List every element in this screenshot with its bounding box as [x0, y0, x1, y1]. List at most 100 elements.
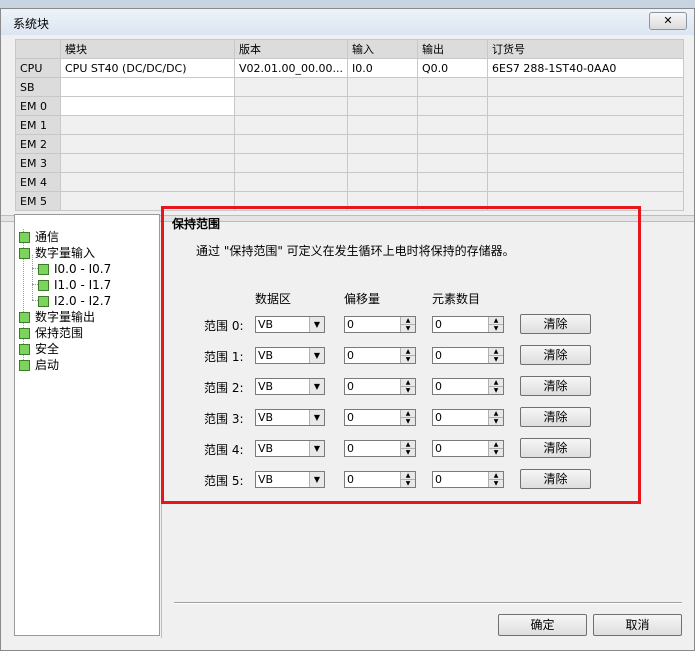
offset-stepper[interactable]: 0 ▲ ▼ — [344, 471, 416, 488]
module-cell[interactable] — [60, 172, 235, 192]
spin-down-icon[interactable]: ▼ — [488, 418, 503, 425]
tree-item-security[interactable]: 安全 — [19, 341, 59, 357]
spin-up-icon[interactable]: ▲ — [488, 379, 503, 387]
input-cell — [347, 172, 418, 192]
cancel-button[interactable]: 取消 — [593, 614, 682, 636]
data-area-select[interactable]: VB ▼ — [255, 440, 325, 457]
select-value: VB — [258, 473, 274, 486]
ok-button[interactable]: 确定 — [498, 614, 587, 636]
element-count-stepper[interactable]: 0 ▲ ▼ — [432, 409, 504, 426]
spin-down-icon[interactable]: ▼ — [488, 325, 503, 332]
output-cell — [417, 134, 488, 154]
footer-divider — [174, 602, 682, 604]
spin-up-icon[interactable]: ▲ — [488, 441, 503, 449]
spin-up-icon[interactable]: ▲ — [488, 410, 503, 418]
header-cell-version: 版本 — [234, 39, 348, 59]
table-row[interactable]: SB — [15, 77, 684, 97]
tree-item-retentive-ranges[interactable]: 保持范围 — [19, 325, 83, 341]
module-cell[interactable] — [60, 96, 235, 116]
table-row[interactable]: EM 4 — [15, 172, 684, 192]
row-header: EM 4 — [15, 172, 61, 192]
module-cell[interactable] — [60, 134, 235, 154]
clear-button[interactable]: 清除 — [520, 345, 591, 365]
spin-up-icon[interactable]: ▲ — [400, 472, 415, 480]
tree-item-startup[interactable]: 启动 — [19, 357, 59, 373]
tree-item-label: 通信 — [35, 230, 60, 244]
offset-stepper[interactable]: 0 ▲ ▼ — [344, 409, 416, 426]
close-button[interactable]: ✕ — [649, 12, 687, 30]
module-cell[interactable] — [60, 153, 235, 173]
chevron-down-icon[interactable]: ▼ — [309, 317, 324, 332]
spin-up-icon[interactable]: ▲ — [488, 317, 503, 325]
spin-up-icon[interactable]: ▲ — [400, 441, 415, 449]
stepper-value: 0 — [347, 411, 354, 424]
clear-button[interactable]: 清除 — [520, 438, 591, 458]
offset-stepper[interactable]: 0 ▲ ▼ — [344, 316, 416, 333]
spin-down-icon[interactable]: ▼ — [400, 387, 415, 394]
chevron-down-icon[interactable]: ▼ — [309, 472, 324, 487]
element-count-stepper[interactable]: 0 ▲ ▼ — [432, 471, 504, 488]
module-cell[interactable] — [60, 77, 235, 97]
tree-item-label: I0.0 - I0.7 — [54, 262, 112, 276]
tree-item-i2[interactable]: I2.0 - I2.7 — [38, 293, 111, 309]
offset-stepper[interactable]: 0 ▲ ▼ — [344, 378, 416, 395]
version-cell — [234, 115, 348, 135]
element-count-stepper[interactable]: 0 ▲ ▼ — [432, 347, 504, 364]
spin-up-icon[interactable]: ▲ — [400, 317, 415, 325]
table-row[interactable]: EM 3 — [15, 153, 684, 173]
module-cell[interactable]: CPU ST40 (DC/DC/DC) — [60, 58, 235, 78]
select-value: VB — [258, 442, 274, 455]
spin-down-icon[interactable]: ▼ — [400, 449, 415, 456]
clear-button[interactable]: 清除 — [520, 376, 591, 396]
tree-item-label: I2.0 - I2.7 — [54, 294, 112, 308]
spin-down-icon[interactable]: ▼ — [488, 449, 503, 456]
table-row[interactable]: EM 0 — [15, 96, 684, 116]
input-cell — [347, 96, 418, 116]
chevron-down-icon[interactable]: ▼ — [309, 348, 324, 363]
tree-item-digital-output[interactable]: 数字量输出 — [19, 309, 95, 325]
chevron-down-icon[interactable]: ▼ — [309, 379, 324, 394]
row-header: CPU — [15, 58, 61, 78]
data-area-select[interactable]: VB ▼ — [255, 409, 325, 426]
tree-item-i0[interactable]: I0.0 - I0.7 — [38, 261, 111, 277]
tree-item-i1[interactable]: I1.0 - I1.7 — [38, 277, 111, 293]
chevron-down-icon[interactable]: ▼ — [309, 441, 324, 456]
spin-up-icon[interactable]: ▲ — [488, 472, 503, 480]
module-cell[interactable] — [60, 115, 235, 135]
chevron-down-icon[interactable]: ▼ — [309, 410, 324, 425]
clear-button[interactable]: 清除 — [520, 407, 591, 427]
spin-down-icon[interactable]: ▼ — [488, 356, 503, 363]
data-area-select[interactable]: VB ▼ — [255, 471, 325, 488]
offset-stepper[interactable]: 0 ▲ ▼ — [344, 347, 416, 364]
element-count-stepper[interactable]: 0 ▲ ▼ — [432, 378, 504, 395]
spin-up-icon[interactable]: ▲ — [488, 348, 503, 356]
clear-button[interactable]: 清除 — [520, 469, 591, 489]
spin-up-icon[interactable]: ▲ — [400, 379, 415, 387]
offset-stepper[interactable]: 0 ▲ ▼ — [344, 440, 416, 457]
element-count-stepper[interactable]: 0 ▲ ▼ — [432, 440, 504, 457]
tree-item-communication[interactable]: 通信 — [19, 229, 59, 245]
spin-down-icon[interactable]: ▼ — [488, 387, 503, 394]
stepper-value: 0 — [435, 380, 442, 393]
row-header: EM 2 — [15, 134, 61, 154]
table-row[interactable]: EM 2 — [15, 134, 684, 154]
spin-up-icon[interactable]: ▲ — [400, 410, 415, 418]
section-description: 通过 "保持范围" 可定义在发生循环上电时将保持的存储器。 — [196, 244, 515, 258]
spin-down-icon[interactable]: ▼ — [400, 418, 415, 425]
spin-down-icon[interactable]: ▼ — [400, 356, 415, 363]
spin-down-icon[interactable]: ▼ — [400, 325, 415, 332]
column-header-offset: 偏移量 — [344, 292, 381, 306]
data-area-select[interactable]: VB ▼ — [255, 378, 325, 395]
data-area-select[interactable]: VB ▼ — [255, 347, 325, 364]
spin-down-icon[interactable]: ▼ — [488, 480, 503, 487]
spin-up-icon[interactable]: ▲ — [400, 348, 415, 356]
table-row[interactable]: EM 1 — [15, 115, 684, 135]
row-header: SB — [15, 77, 61, 97]
clear-button[interactable]: 清除 — [520, 314, 591, 334]
tree-item-digital-input[interactable]: 数字量输入 — [19, 245, 95, 261]
element-count-stepper[interactable]: 0 ▲ ▼ — [432, 316, 504, 333]
data-area-select[interactable]: VB ▼ — [255, 316, 325, 333]
spin-down-icon[interactable]: ▼ — [400, 480, 415, 487]
stepper-value: 0 — [347, 473, 354, 486]
table-row[interactable]: CPU CPU ST40 (DC/DC/DC) V02.01.00_00.00.… — [15, 58, 684, 78]
